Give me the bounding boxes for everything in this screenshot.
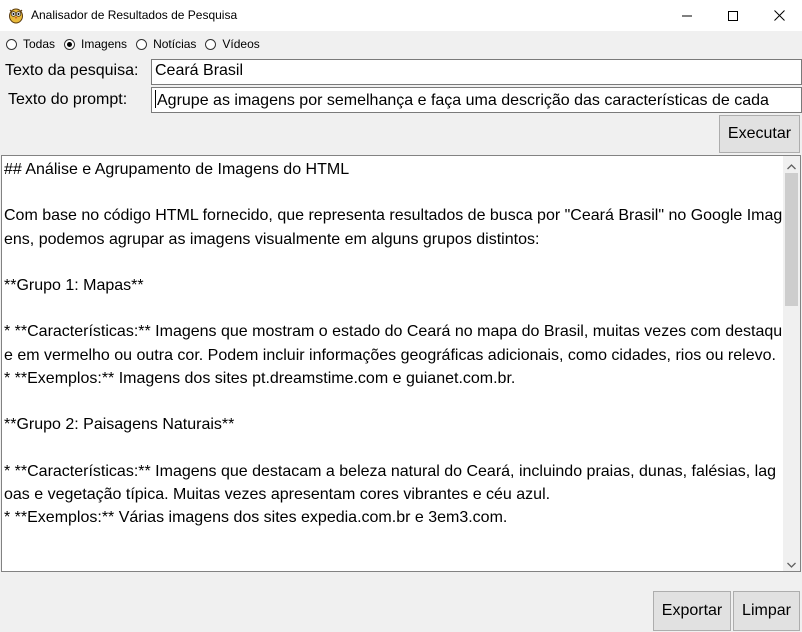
- radio-noticias[interactable]: Notícias: [136, 37, 196, 51]
- search-type-radio-group: Todas Imagens Notícias Vídeos: [6, 36, 269, 52]
- result-text-area[interactable]: ## Análise e Agrupamento de Imagens do H…: [1, 155, 801, 572]
- radio-todas[interactable]: Todas: [6, 37, 55, 51]
- clear-button-label: Limpar: [742, 602, 791, 619]
- maximize-button[interactable]: [710, 0, 756, 31]
- radio-circle-imagens[interactable]: [64, 38, 76, 50]
- radio-imagens[interactable]: Imagens: [64, 37, 127, 51]
- search-input[interactable]: Ceará Brasil: [151, 59, 802, 85]
- radio-label-imagens: Imagens: [81, 37, 128, 51]
- radio-circle-videos[interactable]: [205, 38, 217, 50]
- export-button-label: Exportar: [661, 602, 723, 619]
- scroll-down-arrow-icon: [787, 553, 796, 571]
- prompt-input-value: Agrupe as imagens por semelhança e faça …: [157, 92, 769, 109]
- scroll-down-button[interactable]: [783, 554, 800, 571]
- minimize-icon: [682, 6, 692, 25]
- search-text-label: Texto da pesquisa:: [5, 62, 139, 79]
- export-button[interactable]: Exportar: [653, 591, 731, 631]
- radio-circle-noticias[interactable]: [136, 38, 148, 50]
- radio-circle-todas[interactable]: [6, 38, 17, 50]
- search-input-value: Ceará Brasil: [155, 62, 244, 79]
- radio-videos[interactable]: Vídeos: [205, 37, 260, 51]
- result-text: ## Análise e Agrupamento de Imagens do H…: [4, 161, 783, 527]
- title-bar: Analisador de Resultados de Pesquisa: [0, 0, 802, 31]
- radio-label-videos: Vídeos: [222, 37, 260, 51]
- prompt-input[interactable]: Agrupe as imagens por semelhança e faça …: [151, 87, 802, 113]
- execute-button-label: Executar: [727, 125, 792, 142]
- close-button[interactable]: [756, 0, 802, 31]
- window-title: Analisador de Resultados de Pesquisa: [31, 8, 238, 22]
- prompt-text-label: Texto do prompt:: [8, 91, 128, 108]
- maximize-icon: [728, 6, 738, 25]
- scroll-up-arrow-icon: [787, 156, 796, 174]
- minimize-button[interactable]: [664, 0, 710, 31]
- clear-button[interactable]: Limpar: [733, 591, 800, 631]
- close-icon: [773, 6, 785, 25]
- radio-label-noticias: Notícias: [153, 37, 197, 51]
- scroll-thumb[interactable]: [785, 173, 798, 306]
- vertical-scrollbar[interactable]: [783, 156, 800, 571]
- scroll-up-button[interactable]: [783, 156, 800, 173]
- owl-app-icon: [7, 6, 25, 24]
- execute-button[interactable]: Executar: [719, 115, 800, 153]
- radio-label-todas: Todas: [23, 37, 56, 51]
- text-caret: [155, 90, 156, 108]
